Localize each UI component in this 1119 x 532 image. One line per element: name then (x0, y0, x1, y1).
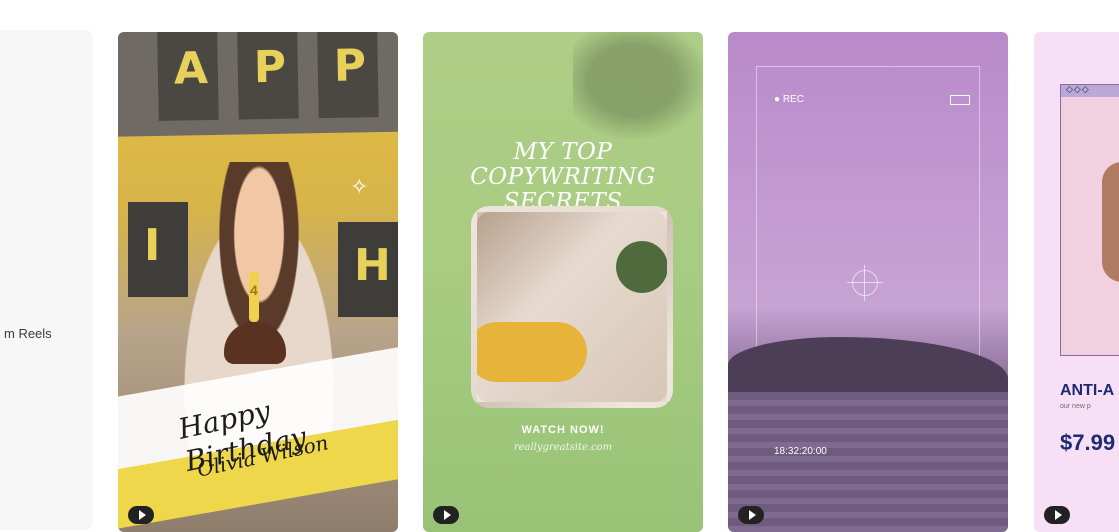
previous-template-card[interactable]: m Reels (0, 30, 93, 530)
product-title: ANTI-A (1060, 382, 1115, 399)
window-titlebar: ◇◇◇ (1061, 84, 1119, 97)
typing-photo-frame (471, 206, 673, 408)
play-icon (1044, 506, 1070, 524)
copywriting-headline: MY TOP COPYWRITING SECRETS (470, 139, 656, 215)
product-price: $7.99 (1060, 430, 1116, 455)
sparkle-icon: ✧ (350, 174, 369, 199)
banner-flag: P (317, 32, 379, 119)
template-category-label: m Reels (4, 326, 52, 341)
site-url: reallygreatsite.com (513, 442, 613, 453)
sleeve (477, 322, 587, 382)
banner-flag: P (237, 32, 299, 120)
template-card-anti-aging[interactable]: ◇◇◇ ANTI-A our new p $7.99 (1034, 32, 1119, 532)
battery-icon (950, 95, 970, 105)
template-card-copywriting[interactable]: MY TOP COPYWRITING SECRETS WATCH NOW! re… (423, 32, 703, 532)
play-icon (433, 506, 459, 524)
crosshair-icon (847, 265, 883, 301)
template-card-birthday[interactable]: A P P I H 4 Happy Birthday Olivia Wilson… (118, 32, 398, 532)
watch-now-text: WATCH NOW! (521, 424, 605, 436)
candle: 4 (249, 272, 259, 322)
banner-flag: A (157, 32, 219, 121)
birthday-banner: A P P (118, 32, 398, 137)
rec-indicator: ● REC (774, 94, 804, 105)
play-icon (738, 506, 764, 524)
plant (607, 222, 667, 312)
template-card-sunset-camera[interactable]: ● REC 18:32:20:00 (728, 32, 1008, 532)
leaf-shadow (573, 32, 703, 152)
sea (728, 392, 1008, 532)
play-icon (128, 506, 154, 524)
timestamp: 18:32:20:00 (774, 446, 827, 457)
product-subtitle: our new p (1060, 403, 1091, 410)
hand-photo (1102, 162, 1119, 282)
